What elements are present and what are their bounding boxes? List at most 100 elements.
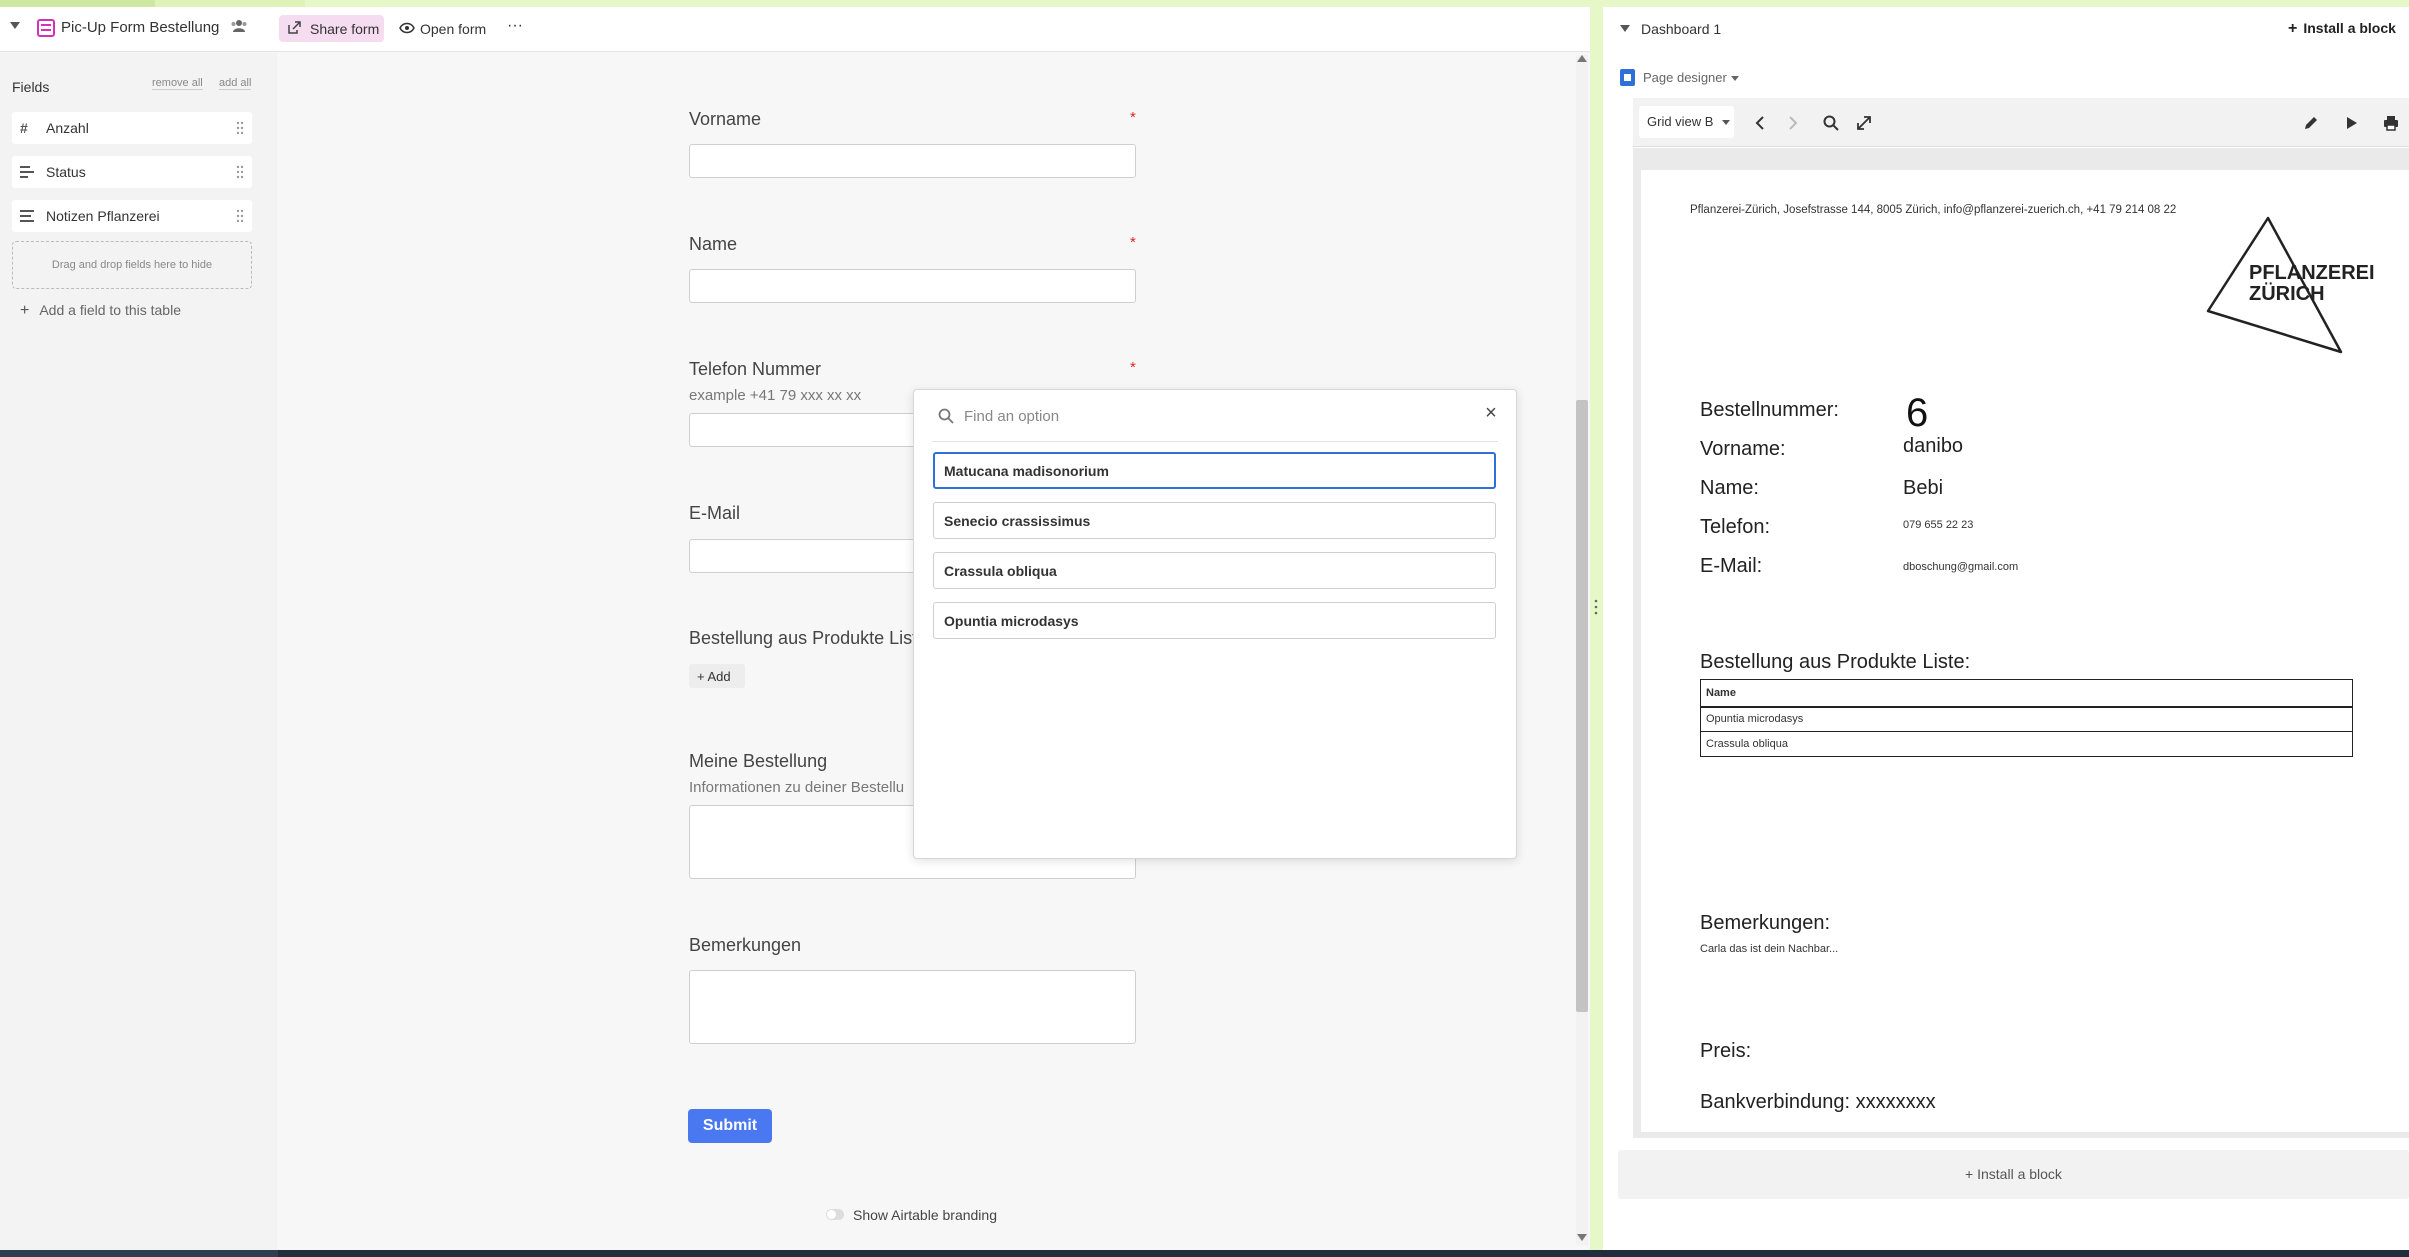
pencil-icon[interactable] [2302, 114, 2320, 132]
name-value: Bebi [1903, 477, 1944, 499]
collapse-caret-icon[interactable] [10, 22, 20, 29]
table-header-cell: Name [1700, 679, 2353, 708]
plus-icon: + [20, 302, 30, 319]
bemerkungen-textarea[interactable] [689, 970, 1136, 1044]
bemerkungen-label: Bemerkungen [689, 935, 802, 955]
top-strip [0, 0, 2409, 7]
panel-resize-divider[interactable] [1590, 7, 1603, 1250]
install-block-button[interactable]: + Install a block [2288, 20, 2396, 38]
bemerkungen-value: Carla das ist dein Nachbar... [1700, 943, 1839, 955]
fields-title: Fields [12, 79, 50, 95]
meine-bestellung-description: Informationen zu deiner Bestellu [689, 779, 905, 796]
required-mark: * [1130, 109, 1136, 126]
form-scrollbar[interactable] [1576, 55, 1588, 1245]
drag-handle-icon[interactable] [236, 209, 244, 223]
branding-toggle[interactable] [826, 1209, 844, 1220]
collapse-caret-icon[interactable] [1620, 25, 1630, 32]
taskbar [278, 1250, 2409, 1257]
products-table: Name Opuntia microdasys Crassula obliqua [1700, 679, 2353, 757]
email-value: dboschung@gmail.com [1903, 561, 2019, 573]
logo-line-1: PFLANZEREI [2249, 262, 2375, 284]
name-input[interactable] [689, 269, 1136, 303]
field-item-status[interactable]: Status [12, 156, 252, 188]
remove-all-link[interactable]: remove all [152, 77, 203, 90]
field-item-notizen[interactable]: Notizen Pflanzerei [12, 200, 252, 232]
pflanzerei-logo: PFLANZEREI ZÜRICH [2206, 216, 2375, 354]
telefon-description: example +41 79 xxx xx xx [689, 387, 862, 404]
bestellnummer-label: Bestellnummer: [1700, 399, 1839, 421]
table-row: Crassula obliqua [1700, 731, 2353, 757]
print-icon[interactable] [2382, 114, 2400, 132]
field-label: Status [46, 164, 86, 180]
share-form-button[interactable]: Share form [279, 15, 384, 42]
page-designer-icon [1620, 69, 1635, 86]
hidden-fields-dropzone[interactable]: Drag and drop fields here to hide [12, 241, 252, 289]
bank-details: Bankverbindung: xxxxxxxx [1700, 1091, 1936, 1113]
add-product-button[interactable]: + Add [689, 664, 745, 688]
chevron-left-icon[interactable] [1752, 114, 1770, 132]
fields-sidebar [0, 53, 277, 1250]
divider [932, 441, 1498, 442]
branding-label: Show Airtable branding [853, 1207, 997, 1223]
eye-icon [399, 22, 415, 34]
scroll-up-icon[interactable] [1577, 55, 1587, 62]
more-options-button[interactable]: ··· [506, 17, 524, 39]
dashboard-title[interactable]: Dashboard 1 [1641, 21, 1721, 37]
table-cell: Crassula obliqua [1700, 731, 2353, 757]
option-item[interactable]: Opuntia microdasys [933, 602, 1496, 639]
email-label: E-Mail [689, 503, 741, 523]
plus-icon: + [2288, 20, 2298, 37]
name-label: Name [689, 234, 738, 254]
drag-handle-icon[interactable] [236, 121, 244, 135]
number-icon: # [20, 120, 28, 136]
name-print-label: Name: [1700, 477, 1759, 499]
scroll-down-icon[interactable] [1577, 1234, 1587, 1241]
option-picker-popup: × Matucana madisonorium Senecio crassiss… [913, 389, 1517, 859]
option-search-input[interactable] [962, 404, 1462, 428]
preis-label: Preis: [1700, 1040, 1752, 1062]
grid-view-select[interactable]: Grid view B [1639, 106, 1734, 138]
drag-handle-icon[interactable] [236, 165, 244, 179]
expand-icon[interactable] [1855, 114, 1873, 132]
search-icon[interactable] [1822, 114, 1840, 132]
resize-handle-icon[interactable] [1594, 599, 1598, 615]
taskbar-left [0, 1250, 278, 1257]
meine-bestellung-label: Meine Bestellung [689, 751, 828, 771]
page-designer-label[interactable]: Page designer [1643, 70, 1727, 85]
add-field-button[interactable]: + Add a field to this table [20, 302, 181, 320]
view-title[interactable]: Pic-Up Form Bestellung [61, 19, 219, 36]
email-print-label: E-Mail: [1700, 555, 1763, 577]
grid-view-label: Grid view B [1647, 114, 1714, 129]
chevron-right-icon[interactable] [1783, 114, 1801, 132]
option-item[interactable]: Crassula obliqua [933, 552, 1496, 589]
people-icon[interactable] [230, 19, 248, 33]
telefon-value: 079 655 22 23 [1903, 519, 1974, 531]
telefon-print-label: Telefon: [1700, 516, 1771, 538]
open-form-button[interactable]: Open form [398, 15, 490, 42]
field-item-anzahl[interactable]: # Anzahl [12, 112, 252, 144]
chevron-down-icon [1722, 120, 1730, 125]
close-icon[interactable]: × [1481, 403, 1501, 423]
option-item[interactable]: Senecio crassissimus [933, 502, 1496, 539]
vorname-value: danibo [1903, 435, 1964, 457]
page-address: Pflanzerei-Zürich, Josefstrasse 144, 800… [1690, 204, 2177, 216]
submit-button[interactable]: Submit [688, 1109, 772, 1143]
option-item[interactable]: Matucana madisonorium [933, 452, 1496, 489]
table-cell: Opuntia microdasys [1700, 706, 2353, 732]
telefon-label: Telefon Nummer [689, 359, 822, 379]
open-form-label: Open form [420, 21, 487, 37]
logo-line-2: ZÜRICH [2249, 282, 2325, 305]
install-block-bottom-button[interactable]: + Install a block [1618, 1150, 2409, 1199]
scrollbar-thumb[interactable] [1576, 400, 1588, 1012]
play-icon[interactable] [2342, 114, 2360, 132]
table-row: Opuntia microdasys [1700, 706, 2353, 732]
table-header-row: Name [1700, 679, 2353, 708]
vorname-input[interactable] [689, 144, 1136, 178]
single-select-icon [20, 166, 34, 178]
share-form-label: Share form [310, 21, 380, 37]
add-all-link[interactable]: add all [219, 77, 252, 90]
install-block-label: Install a block [2303, 20, 2396, 36]
chevron-down-icon[interactable] [1731, 76, 1739, 81]
add-field-label: Add a field to this table [39, 302, 181, 318]
form-view-icon [37, 19, 55, 37]
